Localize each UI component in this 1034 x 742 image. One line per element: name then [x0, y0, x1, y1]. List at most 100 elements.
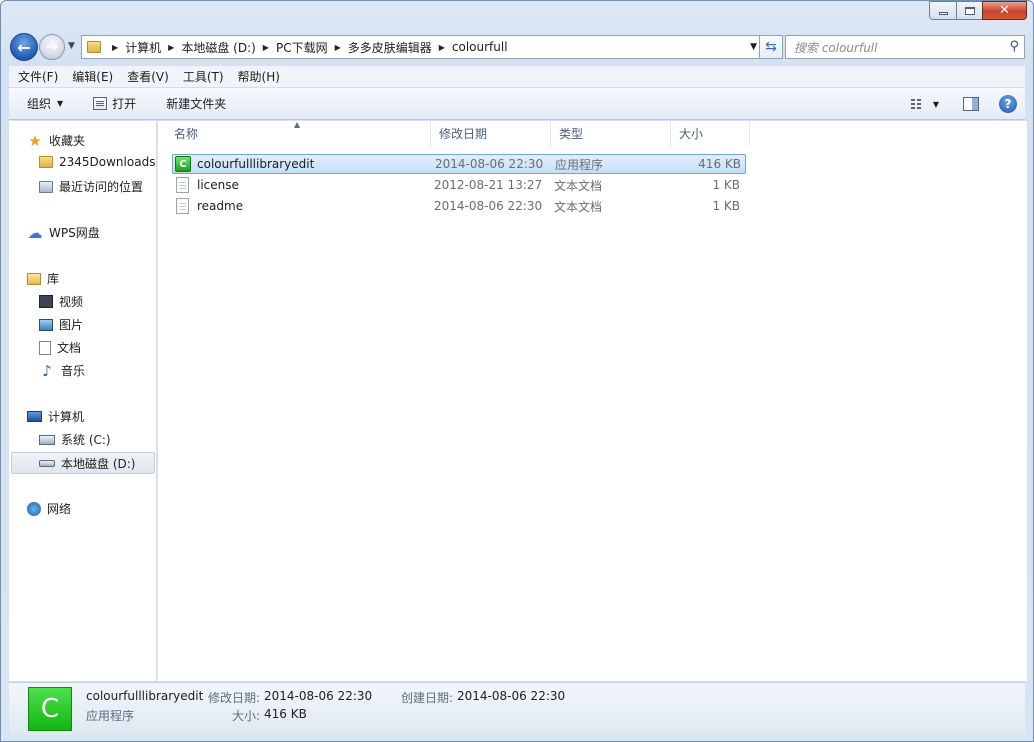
- text-file-icon: [176, 177, 189, 193]
- recent-pages-dropdown[interactable]: ▼: [68, 41, 75, 51]
- details-size-value: 416 KB: [264, 707, 307, 721]
- folder-icon: [87, 41, 101, 53]
- application-icon: C: [28, 687, 72, 731]
- nav-item-documents[interactable]: 文档: [39, 339, 81, 356]
- column-size[interactable]: 大小: [671, 121, 750, 146]
- column-label: 名称: [174, 127, 199, 141]
- nav-item-2345downloads[interactable]: 2345Downloads: [39, 155, 155, 169]
- details-file-kind: 应用程序: [86, 709, 135, 723]
- chevron-right-icon[interactable]: ▶: [335, 43, 341, 52]
- forward-button[interactable]: →: [39, 34, 65, 60]
- column-type[interactable]: 类型: [551, 121, 671, 146]
- sort-ascending-icon: ▲: [294, 120, 301, 129]
- nav-label: 视频: [59, 295, 84, 309]
- picture-icon: [39, 318, 53, 331]
- address-bar[interactable]: ▶ 计算机 ▶ 本地磁盘 (D:) ▶ PC下载网 ▶ 多多皮肤编辑器 ▶ co…: [81, 35, 766, 59]
- network-icon: [27, 501, 41, 516]
- maximize-button[interactable]: [956, 1, 982, 20]
- address-dropdown-icon[interactable]: ▼: [750, 42, 757, 52]
- breadcrumb-colourfull[interactable]: colourfull: [452, 40, 508, 54]
- new-folder-label: 新建文件夹: [166, 97, 227, 111]
- breadcrumb-pc-download[interactable]: PC下载网: [276, 39, 328, 56]
- file-row[interactable]: readme 2014-08-06 22:30 文本文档 1 KB: [172, 196, 746, 216]
- nav-label: 图片: [59, 318, 84, 332]
- menu-edit[interactable]: 编辑(E): [72, 68, 113, 85]
- details-pane: C colourfulllibraryedit 修改日期: 2014-08-06…: [9, 682, 1025, 735]
- nav-wps-cloud[interactable]: ☁ WPS网盘: [27, 224, 100, 242]
- chevron-right-icon[interactable]: ▶: [112, 43, 118, 52]
- chevron-right-icon[interactable]: ▶: [439, 43, 445, 52]
- breadcrumb-drive-d[interactable]: 本地磁盘 (D:): [181, 39, 255, 56]
- chevron-right-icon[interactable]: ▶: [168, 43, 174, 52]
- nav-computer[interactable]: 计算机: [27, 408, 84, 425]
- nav-item-drive-d[interactable]: 本地磁盘 (D:): [11, 452, 155, 474]
- back-button[interactable]: ←: [10, 33, 38, 61]
- text-file-icon: [176, 198, 189, 214]
- details-modified-value: 2014-08-06 22:30: [264, 689, 373, 703]
- open-button[interactable]: 打开: [93, 95, 136, 112]
- search-input[interactable]: 搜索 colourfull ⚲: [785, 35, 1025, 59]
- breadcrumb-computer[interactable]: 计算机: [125, 39, 161, 56]
- organize-button[interactable]: 组织 ▼: [27, 95, 63, 112]
- file-size: 1 KB: [712, 178, 740, 192]
- breadcrumb-skin-editor[interactable]: 多多皮肤编辑器: [348, 39, 432, 56]
- details-created-value: 2014-08-06 22:30: [457, 689, 566, 703]
- video-icon: [39, 295, 53, 308]
- view-dropdown-icon[interactable]: ▼: [933, 100, 939, 109]
- nav-libraries[interactable]: 库: [27, 270, 59, 287]
- chevron-right-icon[interactable]: ▶: [263, 43, 269, 52]
- column-name[interactable]: 名称 ▲: [158, 120, 431, 146]
- file-name: license: [197, 178, 239, 192]
- nav-label: 音乐: [61, 364, 86, 378]
- nav-item-pictures[interactable]: 图片: [39, 316, 83, 333]
- back-arrow-icon: ←: [17, 37, 31, 57]
- navigation-row: ← → ▼ ▶ 计算机 ▶ 本地磁盘 (D:) ▶ PC下载网 ▶ 多多皮肤编辑…: [9, 32, 1025, 61]
- nav-label: 收藏夹: [49, 134, 86, 148]
- column-date[interactable]: 修改日期: [431, 121, 551, 146]
- navigation-pane: ★ 收藏夹 2345Downloads 最近访问的位置 ☁ WPS网盘 库 视频 图…: [9, 121, 157, 681]
- file-size: 416 KB: [698, 157, 741, 171]
- nav-item-drive-c[interactable]: 系统 (C:): [39, 431, 111, 448]
- close-button[interactable]: ✕: [982, 1, 1027, 20]
- refresh-icon: ⇆: [765, 39, 777, 55]
- file-row[interactable]: Ccolourfulllibraryedit 2014-08-06 22:30 …: [172, 154, 746, 174]
- details-modified-label: 修改日期:: [208, 691, 261, 705]
- nav-network[interactable]: 网络: [27, 500, 71, 517]
- new-folder-button[interactable]: 新建文件夹: [166, 95, 226, 112]
- column-label: 类型: [559, 127, 584, 141]
- star-icon: ★: [28, 131, 42, 150]
- search-icon[interactable]: ⚲: [1009, 39, 1019, 54]
- file-date: 2014-08-06 22:30: [435, 157, 544, 171]
- menu-help[interactable]: 帮助(H): [238, 68, 280, 85]
- library-icon: [27, 272, 41, 285]
- menu-file[interactable]: 文件(F): [18, 68, 58, 85]
- file-name: readme: [197, 199, 244, 213]
- drive-icon: [39, 459, 55, 467]
- nav-label: 计算机: [48, 410, 85, 424]
- nav-label: 文档: [57, 341, 82, 355]
- minimize-button[interactable]: [929, 1, 956, 20]
- music-icon: ♪: [42, 361, 52, 380]
- preview-pane-icon[interactable]: [963, 97, 979, 111]
- nav-label: 2345Downloads: [59, 155, 156, 169]
- file-row[interactable]: license 2012-08-21 13:27 文本文档 1 KB: [172, 175, 746, 195]
- document-icon: [39, 340, 51, 355]
- search-placeholder: 搜索 colourfull: [794, 40, 878, 55]
- details-created-label: 创建日期:: [401, 691, 454, 705]
- menu-tools[interactable]: 工具(T): [183, 68, 224, 85]
- caption-buttons: ✕: [929, 1, 1027, 20]
- file-date: 2012-08-21 13:27: [434, 178, 543, 192]
- view-options-icon[interactable]: [910, 98, 925, 110]
- nav-label: 系统 (C:): [61, 433, 111, 447]
- nav-label: 库: [47, 272, 60, 286]
- nav-item-music[interactable]: ♪ 音乐: [39, 361, 86, 380]
- menu-view[interactable]: 查看(V): [127, 68, 169, 85]
- view-controls: ▼ ?: [910, 95, 1017, 113]
- nav-favorites[interactable]: ★ 收藏夹: [27, 131, 86, 150]
- nav-label: WPS网盘: [49, 226, 100, 240]
- refresh-button[interactable]: ⇆: [759, 35, 783, 59]
- help-icon[interactable]: ?: [999, 95, 1017, 113]
- file-type: 文本文档: [554, 178, 603, 193]
- nav-item-videos[interactable]: 视频: [39, 293, 83, 310]
- nav-item-recent-places[interactable]: 最近访问的位置: [39, 178, 143, 195]
